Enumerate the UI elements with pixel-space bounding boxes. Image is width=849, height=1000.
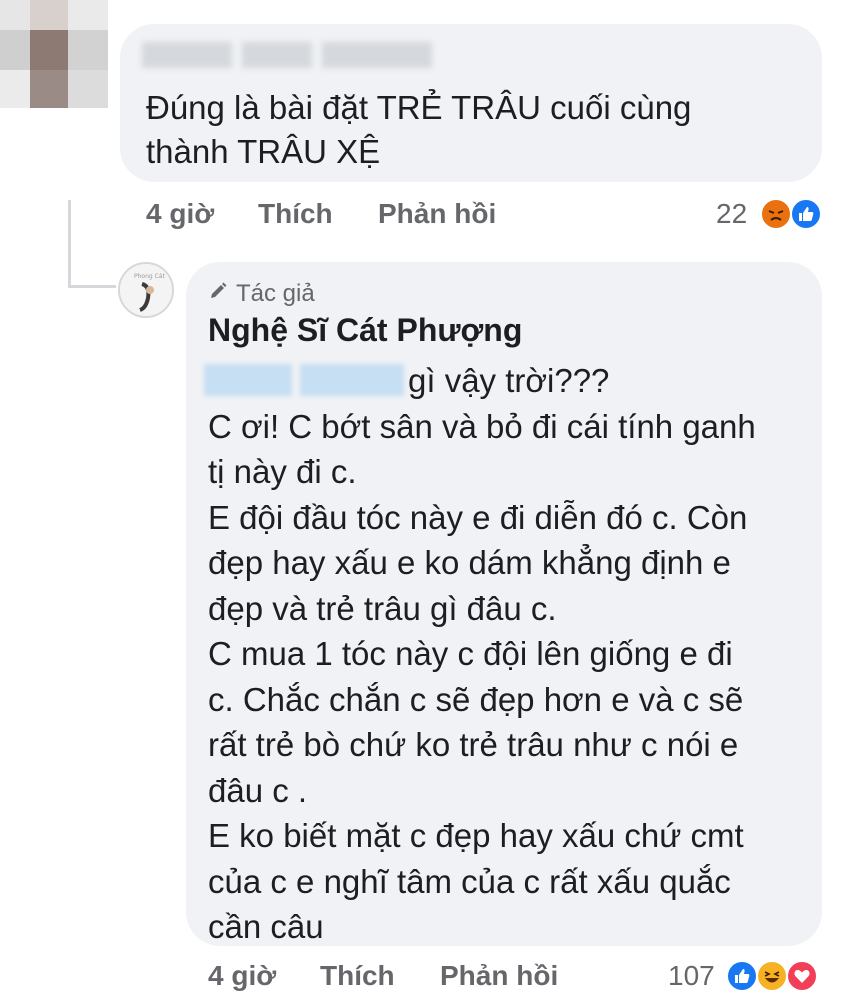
like-link[interactable]: Thích xyxy=(320,960,395,992)
reply-line: đẹp hay xấu e ko dám khẳng định e xyxy=(208,544,731,581)
pencil-icon xyxy=(208,280,228,308)
like-reaction-icon[interactable] xyxy=(726,960,758,992)
reply-line: E ko biết mặt c đẹp hay xấu chứ cmt xyxy=(208,817,744,854)
love-reaction-icon[interactable] xyxy=(786,960,818,992)
comment-bubble: Đúng là bài đặt TRẺ TRÂU cuối cùng thành… xyxy=(120,24,822,182)
reply-line: rất trẻ bò chứ ko trẻ trâu như c nói e xyxy=(208,726,739,763)
like-reaction-icon[interactable] xyxy=(790,198,822,230)
reply-line: E đội đầu tóc này e đi diễn đó c. Còn xyxy=(208,498,748,536)
comment-line: thành TRÂU XỆ xyxy=(146,133,381,170)
reply-line: c. Chắc chắn c sẽ đẹp hơn e và c sẽ xyxy=(208,680,744,718)
blurred-commenter-name[interactable] xyxy=(142,34,442,74)
reply-link[interactable]: Phản hồi xyxy=(440,960,558,992)
author-name[interactable]: Nghệ Sĩ Cát Phượng xyxy=(208,312,522,349)
svg-text:Phong Cát: Phong Cát xyxy=(134,273,165,280)
haha-reaction-icon[interactable] xyxy=(756,960,788,992)
thread-line-branch xyxy=(68,285,116,288)
author-badge: Tác giả xyxy=(208,280,315,308)
angry-reaction-icon[interactable] xyxy=(760,198,792,230)
reaction-count[interactable]: 22 xyxy=(716,198,747,230)
reply-line: C mua 1 tóc này c đội lên giống e đi xyxy=(208,635,733,672)
reply-line: đẹp và trẻ trâu gì đâu c. xyxy=(208,589,557,627)
reply-bubble: Tác giả Nghệ Sĩ Cát Phượng gì vậy trời??… xyxy=(186,262,822,946)
reply-line: gì vậy trời??? xyxy=(408,362,610,399)
blurred-avatar[interactable] xyxy=(0,0,108,108)
reply-text: gì vậy trời??? C ơi! C bớt sân và bỏ đi … xyxy=(208,358,808,950)
reply-link[interactable]: Phản hồi xyxy=(378,198,496,230)
comment-text: Đúng là bài đặt TRẺ TRÂU cuối cùng thành… xyxy=(146,86,786,174)
reply-line: tị này đi c. xyxy=(208,453,357,490)
reply-time[interactable]: 4 giờ xyxy=(208,960,276,992)
comment-time[interactable]: 4 giờ xyxy=(146,198,214,230)
reaction-count[interactable]: 107 xyxy=(668,960,715,992)
reply-line: đâu c . xyxy=(208,771,308,809)
like-link[interactable]: Thích xyxy=(258,198,333,230)
reply-line: cần câu xyxy=(208,908,324,945)
author-avatar[interactable]: Phong Cát xyxy=(118,262,174,318)
comment-line: Đúng là bài đặt TRẺ TRÂU cuối cùng xyxy=(146,89,692,126)
author-badge-label: Tác giả xyxy=(236,280,315,307)
reply-line: của c e nghĩ tâm của c rất xấu quắc xyxy=(208,862,731,900)
thread-line xyxy=(68,200,71,288)
reply-line: C ơi! C bớt sân và bỏ đi cái tính ganh xyxy=(208,407,756,445)
